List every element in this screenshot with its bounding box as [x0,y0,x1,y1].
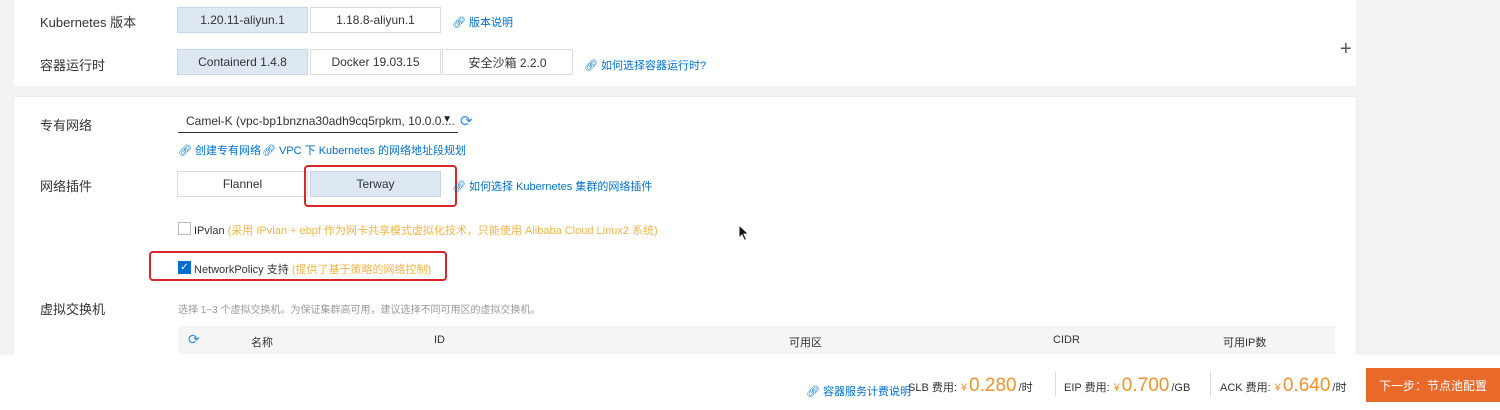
runtime-option-sandbox[interactable]: 安全沙箱 2.2.0 [442,49,573,75]
footer-divider [1055,371,1056,397]
footer-divider [1210,371,1211,397]
vpc-select[interactable]: Camel-K (vpc-bp1bnzna30adh9cq5rpkm, 10.0… [178,109,458,133]
eip-fee-unit: /GB [1171,382,1191,394]
ack-fee: ACK 费用: ¥ 0.640 /时 [1220,375,1346,397]
next-step-button[interactable]: 下一步：节点池配置 [1366,368,1500,402]
create-vpc-link-text: 创建专有网络 [194,145,261,157]
mouse-cursor-icon [738,224,750,242]
k8s-version-doc-link[interactable]: 🔗︎ 版本说明 [452,14,513,30]
slb-currency: ¥ [960,382,968,394]
vpc-label: 专有网络 [40,118,93,133]
link-icon: 🔗︎ [806,386,820,398]
ipvlan-label: IPvlan [194,225,225,237]
link-icon: 🔗︎ [452,16,466,29]
runtime-doc-link[interactable]: 🔗︎ 如何选择容器运行时? [584,57,706,73]
column-cidr: CIDR [1053,334,1080,346]
runtime-label: 容器运行时 [40,58,106,73]
runtime-option-containerd[interactable]: Containerd 1.4.8 [177,49,308,75]
plus-icon: + [1340,38,1352,60]
eip-fee-price: 0.700 [1121,375,1170,396]
networkpolicy-highlight-box [149,251,447,281]
ack-fee-label: ACK 费用: [1220,382,1271,394]
vswitch-table-header: ⟳ 名称 ID 可用区 CIDR 可用IP数 [178,326,1335,354]
runtime-option-docker[interactable]: Docker 19.03.15 [310,49,441,75]
network-plugin-doc-link[interactable]: 🔗︎ 如何选择 Kubernetes 集群的网络插件 [452,178,652,194]
k8s-version-option-1-20[interactable]: 1.20.11-aliyun.1 [177,7,308,33]
vswitch-description: 选择 1~3 个虚拟交换机。为保证集群高可用，建议选择不同可用区的虚拟交换机。 [178,305,541,316]
eip-fee-label: EIP 费用: [1064,382,1110,394]
ipvlan-checkbox[interactable] [178,222,191,235]
vpc-select-value: Camel-K (vpc-bp1bnzna30adh9cq5rpkm, 10.0… [186,113,455,128]
vpc-plan-link-text: VPC 下 Kubernetes 的网络地址段规划 [278,145,467,157]
k8s-version-doc-link-text: 版本说明 [468,17,513,29]
cluster-config-card: Kubernetes 版本 1.20.11-aliyun.1 1.18.8-al… [14,0,1356,86]
ipvlan-hint: (采用 IPvlan + ebpf 作为网卡共享模式虚拟化技术，只能使用 Ali… [227,225,658,237]
link-icon: 🔗︎ [262,144,276,157]
plugin-option-flannel[interactable]: Flannel [177,171,308,197]
ack-fee-price: 0.640 [1282,375,1331,396]
k8s-version-option-1-18[interactable]: 1.18.8-aliyun.1 [310,7,441,33]
column-id: ID [434,334,445,346]
refresh-icon[interactable]: ⟳ [188,331,200,348]
ack-fee-unit: /时 [1332,382,1347,394]
network-plugin-doc-link-text: 如何选择 Kubernetes 集群的网络插件 [468,181,653,193]
refresh-icon[interactable]: ⟳ [460,112,473,130]
slb-fee-label: SLB 费用: [908,382,957,394]
network-plugin-label: 网络插件 [40,179,93,194]
vswitch-label: 虚拟交换机 [40,302,106,317]
network-config-card: 专有网络 Camel-K (vpc-bp1bnzna30adh9cq5rpkm,… [14,97,1356,357]
k8s-version-label: Kubernetes 版本 [40,15,137,30]
link-icon: 🔗︎ [452,180,466,193]
pricing-doc-link-text: 容器服务计费说明 [822,386,911,398]
runtime-doc-link-text: 如何选择容器运行时? [600,60,707,72]
eip-currency: ¥ [1113,382,1120,394]
link-icon: 🔗︎ [584,59,598,72]
slb-fee-unit: /时 [1018,382,1033,394]
vpc-plan-link[interactable]: 🔗︎ VPC 下 Kubernetes 的网络地址段规划 [262,142,466,158]
caret-down-icon: ▼ [442,114,452,125]
column-available-ip: 可用IP数 [1223,337,1267,349]
link-icon: 🔗︎ [178,144,192,157]
terway-highlight-box [304,165,457,207]
column-zone: 可用区 [789,337,822,349]
price-footer: 🔗︎ 容器服务计费说明 SLB 费用: ¥ 0.280 /时 EIP 费用: ¥… [0,355,1500,410]
create-vpc-link[interactable]: 🔗︎ 创建专有网络 [178,142,261,158]
ipvlan-option: IPvlan (采用 IPvlan + ebpf 作为网卡共享模式虚拟化技术，只… [194,222,658,238]
eip-fee: EIP 费用: ¥ 0.700 /GB [1064,375,1190,397]
pricing-doc-link[interactable]: 🔗︎ 容器服务计费说明 [806,383,911,399]
ack-currency: ¥ [1274,382,1281,394]
column-name: 名称 [251,337,273,349]
slb-fee-price: 0.280 [969,375,1017,396]
slb-fee: SLB 费用: ¥ 0.280 /时 [908,375,1033,397]
